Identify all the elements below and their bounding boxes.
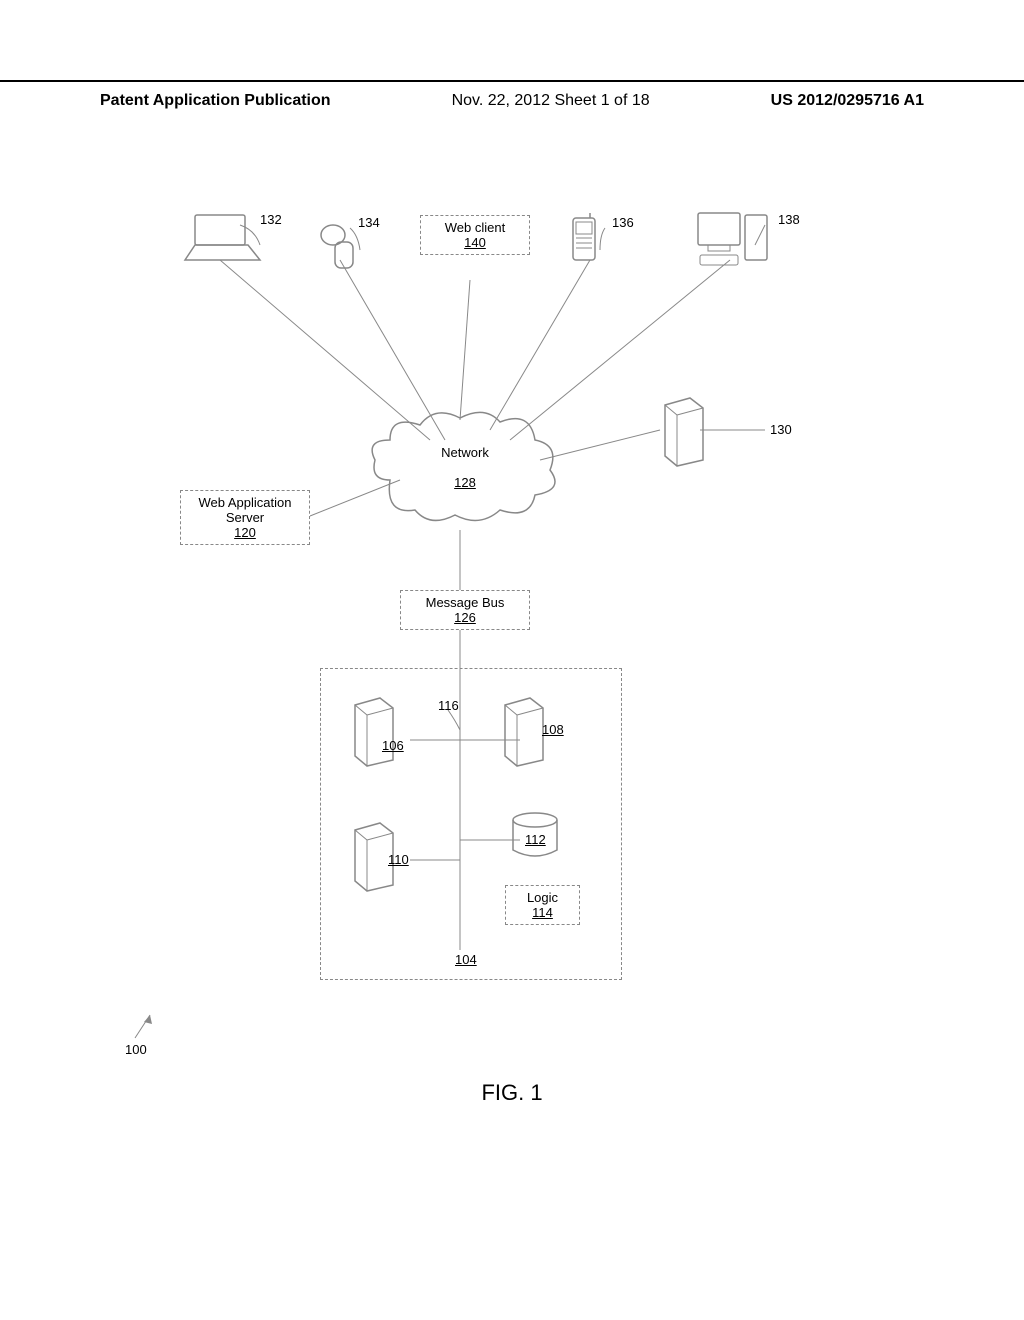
- cellphone-icon: [565, 210, 605, 270]
- server-130-icon: [655, 390, 715, 470]
- ref-132: 132: [260, 212, 282, 227]
- ref-100: 100: [125, 1042, 147, 1057]
- ref-116: 116: [438, 698, 459, 713]
- network-title: Network: [441, 445, 489, 460]
- desktop-icon: [690, 205, 780, 275]
- msgbus-title: Message Bus: [426, 595, 505, 610]
- web-app-title: Web Application Server: [199, 495, 292, 525]
- ref-136: 136: [612, 215, 634, 230]
- ref-110: 110: [388, 852, 409, 867]
- web-app-server-box: Web Application Server 120: [180, 490, 310, 545]
- figure-label: FIG. 1: [0, 1080, 1024, 1106]
- web-client-box: Web client 140: [420, 215, 530, 255]
- header-left: Patent Application Publication: [100, 92, 331, 110]
- network-num: 128: [454, 475, 476, 490]
- logic-num: 114: [532, 905, 553, 920]
- ref-134: 134: [358, 215, 380, 230]
- diagram: 132 134 Web client 140 136 138 Network 1…: [100, 200, 900, 1100]
- laptop-icon: [180, 210, 270, 270]
- web-client-title: Web client: [445, 220, 505, 235]
- ref-108: 108: [542, 722, 564, 737]
- page-header: Patent Application Publication Nov. 22, …: [0, 80, 1024, 110]
- ref-138: 138: [778, 212, 800, 227]
- logic-box: Logic 114: [505, 885, 580, 925]
- msgbus-num: 126: [454, 610, 476, 625]
- message-bus-box: Message Bus 126: [400, 590, 530, 630]
- ref-112: 112: [525, 832, 546, 847]
- header-center: Nov. 22, 2012 Sheet 1 of 18: [452, 92, 650, 110]
- ref-104: 104: [455, 952, 477, 967]
- server-106-icon: [345, 690, 405, 770]
- web-client-num: 140: [464, 235, 486, 250]
- ref-106: 106: [382, 738, 404, 753]
- network-label: Network 128: [430, 445, 500, 490]
- logic-title: Logic: [527, 890, 558, 905]
- web-app-num: 120: [234, 525, 256, 540]
- header-right: US 2012/0295716 A1: [771, 92, 924, 110]
- ref-130: 130: [770, 422, 792, 437]
